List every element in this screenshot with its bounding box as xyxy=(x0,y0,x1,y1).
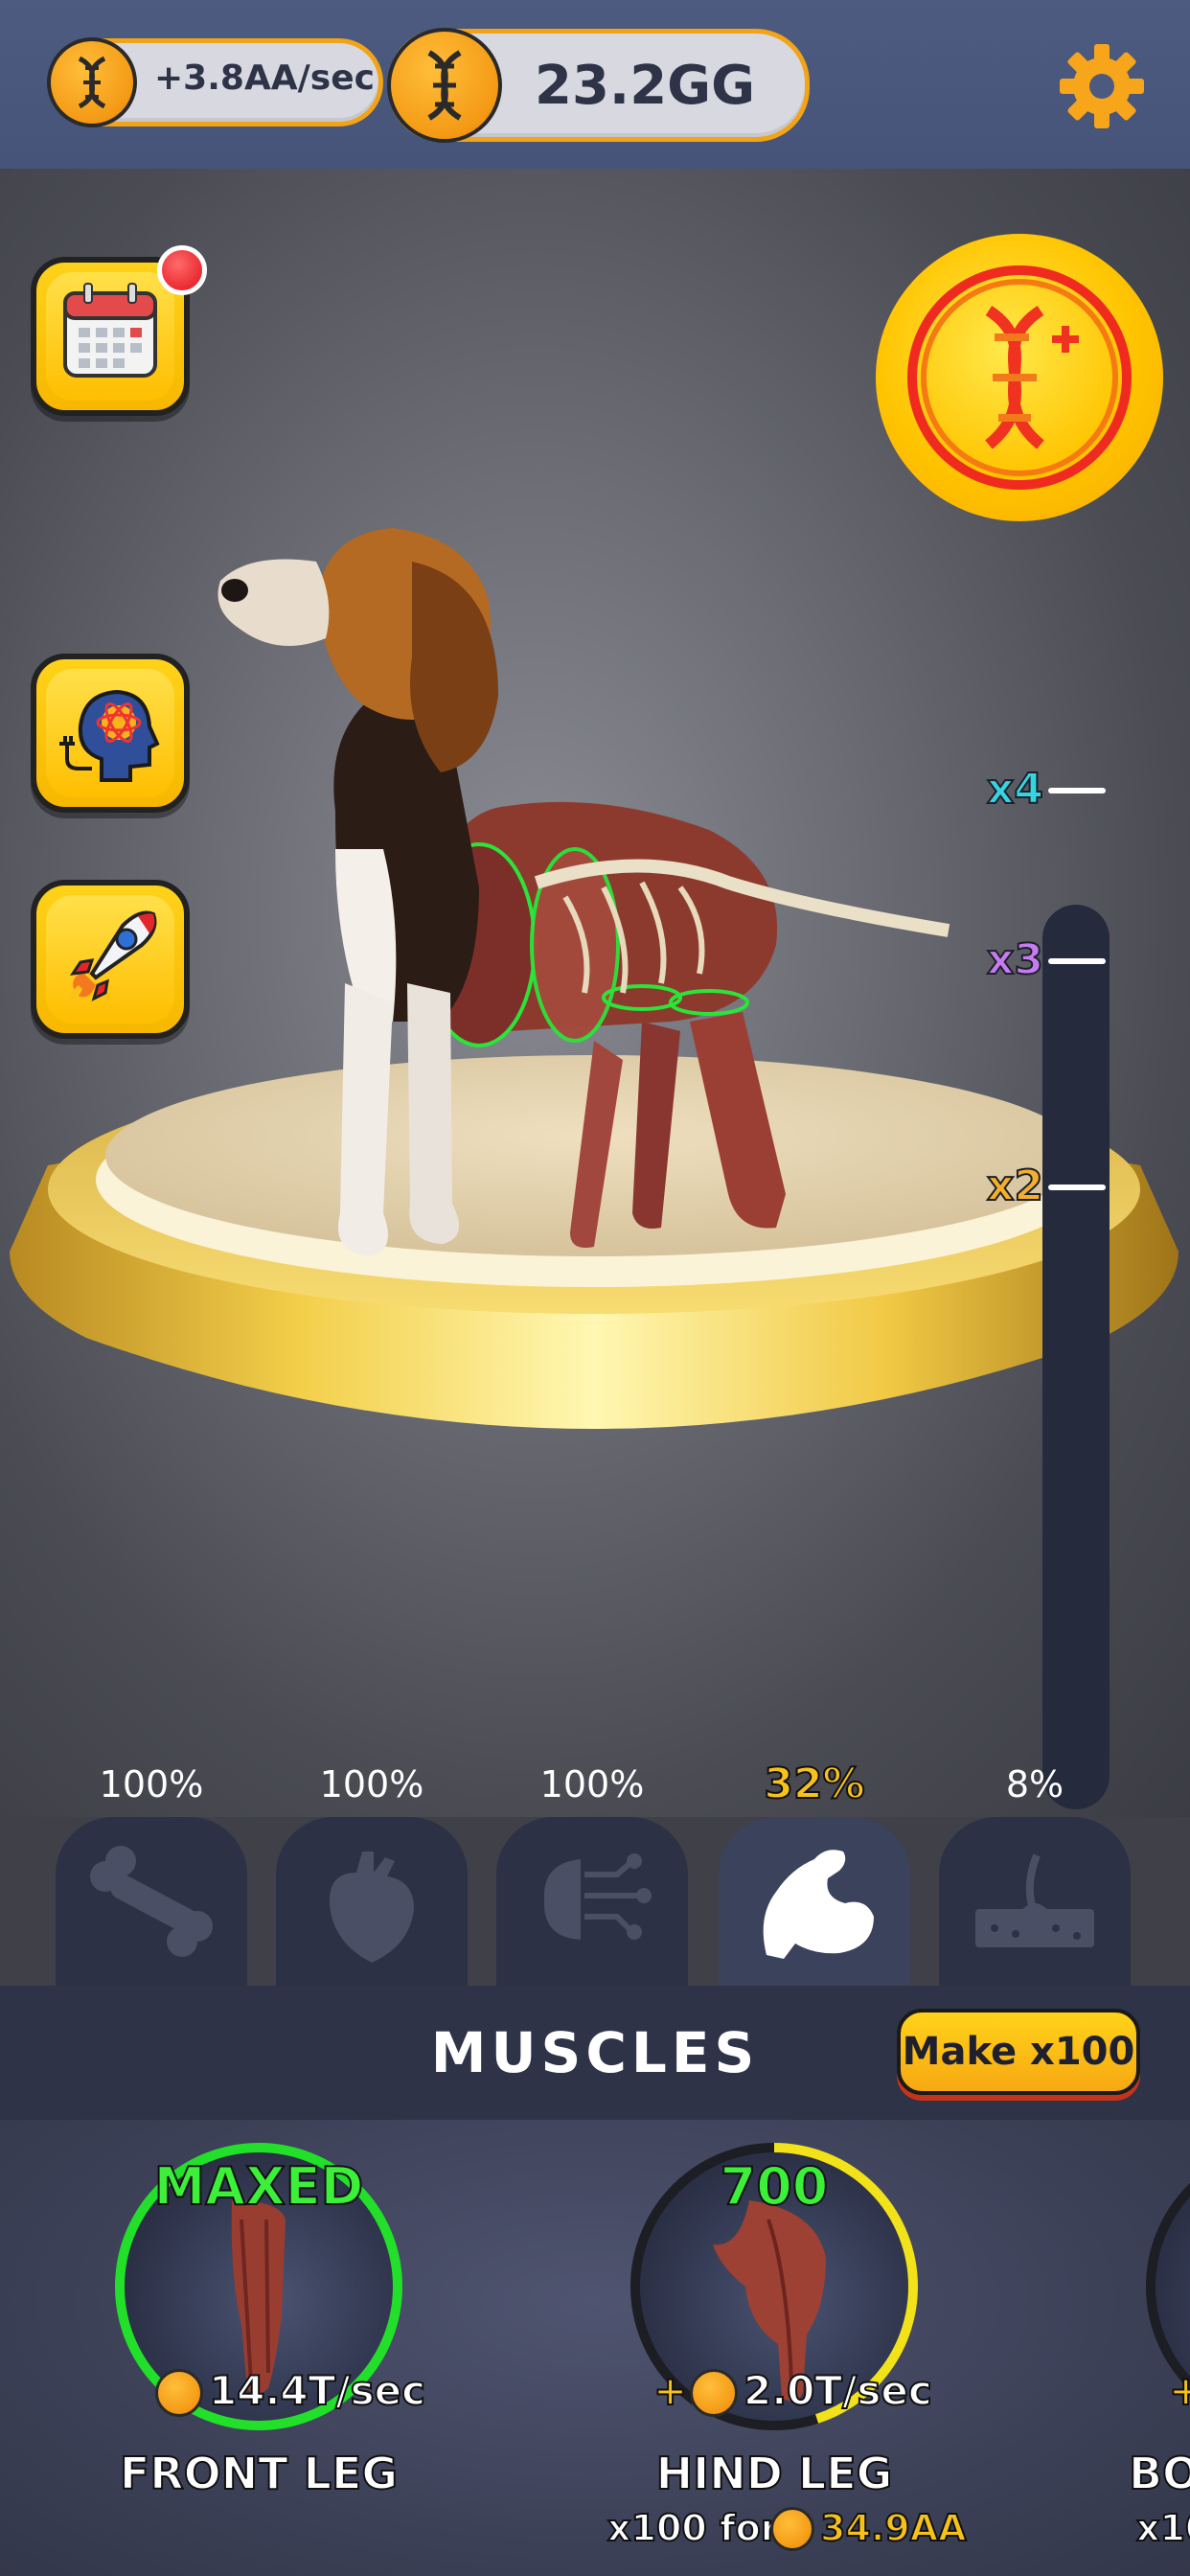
dna-coin-icon xyxy=(155,2369,203,2417)
brain-power-button[interactable] xyxy=(31,654,190,813)
tab-bones-percent: 100% xyxy=(99,1763,204,1806)
make-x100-button[interactable]: Make x100 xyxy=(897,2009,1140,2095)
upgrade-panel: MAXED 14.4T/sec FRONT LEG 700 + 2.0T/sec… xyxy=(0,2120,1190,2576)
game-scene: x4 x3 x2 100% 100% 100% 32% 8% xyxy=(0,169,1190,1990)
make-x100-label: Make x100 xyxy=(902,2030,1135,2074)
upgrade-level: 700 xyxy=(720,2155,830,2218)
upgrade-income: 14.4T/sec xyxy=(208,2366,426,2415)
upgrade-card-hind-leg[interactable]: 700 + 2.0T/sec HIND LEG x100 for 34.9AA xyxy=(606,2143,968,2555)
multiplier-x3-label: x3 xyxy=(986,934,1044,985)
muscle-icon xyxy=(763,1850,874,1959)
income-prefix: + xyxy=(652,2366,688,2415)
bone-icon xyxy=(90,1846,213,1957)
cost-prefix: x100 for xyxy=(606,2506,779,2550)
upgrade-cost: 34.9AA xyxy=(819,2506,968,2550)
upgrade-income: 2.0T/sec xyxy=(743,2366,933,2415)
tab-muscles[interactable] xyxy=(719,1817,910,1990)
upgrade-name: BO xyxy=(1128,2447,1190,2500)
upgrade-card-partial[interactable]: + BO x10 xyxy=(1127,2143,1190,2555)
upgrade-card-front-leg[interactable]: MAXED 14.4T/sec FRONT LEG xyxy=(96,2143,426,2555)
multiplier-x2-label: x2 xyxy=(986,1161,1044,1211)
notification-badge xyxy=(157,245,207,295)
head-atom-icon xyxy=(59,689,160,782)
upgrade-cost-row: x100 for 34.9AA xyxy=(602,2503,968,2557)
dna-coin-icon xyxy=(690,2369,738,2417)
tab-organs[interactable] xyxy=(276,1817,468,1990)
multiplier-x2-tick xyxy=(1048,1184,1106,1190)
income-prefix: + xyxy=(1168,2366,1190,2415)
income-rate-pill: +3.8AA/sec xyxy=(47,37,383,127)
tab-skin[interactable] xyxy=(939,1817,1131,1990)
multiplier-x4-tick xyxy=(1048,788,1106,794)
cost-prefix: x10 xyxy=(1135,2506,1190,2550)
tab-skin-percent: 8% xyxy=(1005,1763,1064,1806)
heart-icon xyxy=(329,1852,414,1963)
calendar-button[interactable] xyxy=(31,245,207,416)
tab-muscles-percent: 32% xyxy=(763,1759,865,1809)
income-rate-text: +3.8AA/sec xyxy=(154,58,375,98)
multiplier-track[interactable] xyxy=(1042,905,1110,1809)
balance-text: 23.2GG xyxy=(535,55,756,117)
dna-coin-icon xyxy=(387,28,502,143)
upgrade-name: HIND LEG xyxy=(655,2447,894,2500)
tab-organs-percent: 100% xyxy=(319,1763,424,1806)
rocket-icon xyxy=(69,910,157,1002)
upgrade-name: FRONT LEG xyxy=(119,2447,399,2500)
balance-pill: 23.2GG xyxy=(387,28,810,143)
dna-boost-button[interactable] xyxy=(876,234,1163,521)
multiplier-x4-label: x4 xyxy=(986,764,1044,815)
brain-icon xyxy=(543,1853,652,1940)
calendar-icon xyxy=(63,283,157,378)
section-title: MUSCLES xyxy=(430,2020,760,2085)
skin-icon xyxy=(975,1853,1094,1947)
multiplier-x3-tick xyxy=(1048,958,1106,964)
dna-coin-icon xyxy=(47,37,137,127)
tab-bones[interactable] xyxy=(56,1817,247,1990)
income-row: 14.4T/sec xyxy=(155,2363,443,2421)
income-row: + 2.0T/sec xyxy=(652,2363,960,2421)
dog-3d-model xyxy=(217,528,950,1256)
tab-nerves-percent: 100% xyxy=(539,1763,645,1806)
upgrade-status-maxed: MAXED xyxy=(153,2155,365,2218)
dna-plus-icon xyxy=(907,265,1132,490)
tab-nerves[interactable] xyxy=(496,1817,688,1990)
settings-gear-icon[interactable] xyxy=(1054,38,1150,134)
rocket-boost-button[interactable] xyxy=(31,880,190,1039)
dna-coin-icon xyxy=(770,2507,814,2551)
top-bar: +3.8AA/sec 23.2GG xyxy=(0,0,1190,169)
section-header: MUSCLES Make x100 xyxy=(0,1986,1190,2120)
